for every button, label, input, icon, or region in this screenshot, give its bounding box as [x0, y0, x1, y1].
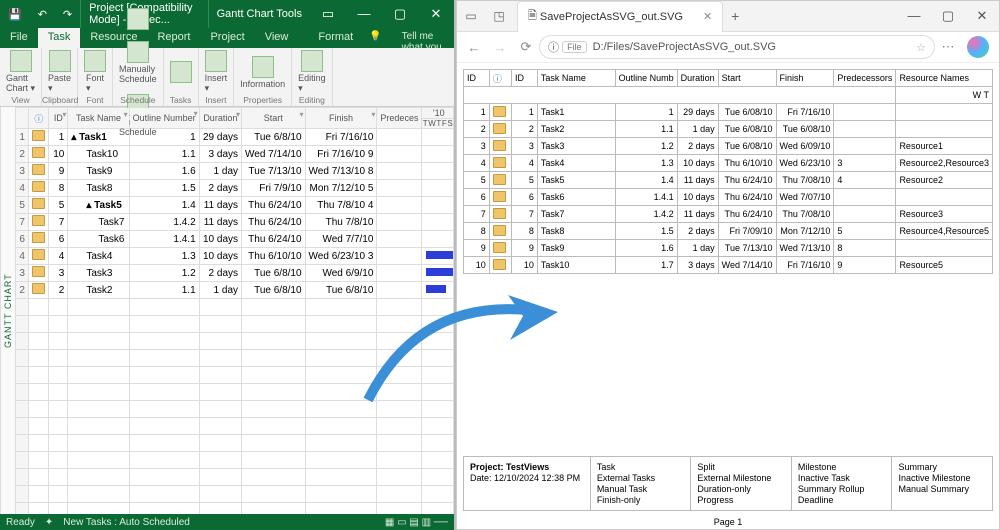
back-icon[interactable]: ← — [461, 40, 487, 55]
min-icon[interactable]: — — [897, 8, 931, 24]
table-row: 44Task41.310 daysThu 6/10/10Wed 6/23/103… — [464, 155, 993, 172]
table-row: 1010Task101.73 daysWed 7/14/10Fri 7/16/1… — [464, 257, 993, 274]
url-box[interactable]: ⓘ File D:/Files/SaveProjectAsSVG_out.SVG… — [539, 35, 935, 59]
browser-tabbar: ▭ ◳ 🗎 SaveProjectAsSVG_out.SVG ✕ + — ▢ ✕ — [457, 1, 999, 32]
folder-icon — [493, 106, 506, 117]
folder-icon — [493, 140, 506, 151]
folder-icon — [493, 259, 506, 270]
bclose-icon[interactable]: ✕ — [965, 8, 999, 24]
folder-icon — [493, 191, 506, 202]
folder-icon — [493, 123, 506, 134]
folder-icon — [32, 232, 45, 243]
file-icon: 🗎 — [528, 7, 537, 26]
folder-icon — [32, 283, 45, 294]
statusbar: Ready ✦ New Tasks : Auto Scheduled ▦ ▭ ▤… — [0, 514, 454, 530]
folder-icon — [32, 164, 45, 175]
table-row[interactable]: 11▴ Task1129 daysTue 6/8/10Fri 7/16/10 — [16, 129, 454, 146]
reload-icon[interactable]: ⟳ — [513, 39, 539, 55]
ribbon-btn[interactable]: Insert▾ — [205, 50, 228, 94]
status-ready: Ready — [6, 517, 35, 528]
table-row: 66Task61.4.110 daysThu 6/24/10Wed 7/07/1… — [464, 189, 993, 206]
ribbon: GanttChart ▾ViewPaste▾ClipboardFont▾Font… — [0, 48, 454, 107]
ribbon-btn[interactable]: GanttChart ▾ — [6, 50, 35, 94]
tab-format[interactable]: Format — [308, 28, 363, 48]
table-row[interactable]: 39Task91.61 dayTue 7/13/10Wed 7/13/10 8 — [16, 163, 454, 180]
table-row[interactable]: 22Task21.11 dayTue 6/8/10Tue 6/8/10 — [16, 282, 454, 299]
maximize-icon[interactable]: ▢ — [382, 6, 418, 22]
table-row: 33Task31.22 daysTue 6/08/10Wed 6/09/10Re… — [464, 138, 993, 155]
task-grid[interactable]: ⓘ ID▾ Task Name▾ Outline Number▾ Duratio… — [15, 107, 454, 514]
table-row[interactable]: 44Task41.310 daysThu 6/10/10Wed 6/23/10 … — [16, 248, 454, 265]
svg-document: IDⓘIDTask NameOutline NumbDurationStartF… — [457, 63, 999, 529]
folder-icon — [493, 174, 506, 185]
tab-project[interactable]: Project — [200, 28, 254, 48]
table-row: 88Task81.52 daysFri 7/09/10Mon 7/12/105R… — [464, 223, 993, 240]
folder-icon — [32, 130, 45, 141]
close-tab-icon[interactable]: ✕ — [703, 10, 712, 23]
tab-view[interactable]: View — [255, 28, 299, 48]
ribbon-btn[interactable]: ManuallySchedule — [119, 41, 157, 84]
status-schedule: New Tasks : Auto Scheduled — [63, 517, 190, 528]
ribbon-btn[interactable] — [170, 61, 192, 84]
table-row[interactable]: 48Task81.52 daysFri 7/9/10Mon 7/12/10 5 — [16, 180, 454, 197]
view-shortcut-icon[interactable]: ▦ ▭ ▤ ▥ ── — [385, 517, 448, 528]
menu-icon[interactable]: ⋯ — [935, 39, 961, 55]
ribbon-btn[interactable]: Font▾ — [84, 50, 106, 94]
table-row[interactable]: 66Task61.4.110 daysThu 6/24/10Wed 7/7/10 — [16, 231, 454, 248]
save-icon[interactable]: 💾 — [0, 0, 30, 28]
folder-icon — [32, 249, 45, 260]
max-icon[interactable]: ▢ — [931, 8, 965, 24]
folder-icon — [32, 181, 45, 192]
redo-icon[interactable]: ↷ — [55, 0, 80, 28]
info-icon[interactable]: ⓘ — [548, 39, 559, 55]
folder-icon — [493, 157, 506, 168]
table-row: 99Task91.61 dayTue 7/13/10Wed 7/13/108 — [464, 240, 993, 257]
table-row: 55Task51.411 daysThu 6/24/10Thu 7/08/104… — [464, 172, 993, 189]
folder-icon — [32, 198, 45, 209]
tab-task[interactable]: Task — [38, 28, 81, 48]
browser-window: ▭ ◳ 🗎 SaveProjectAsSVG_out.SVG ✕ + — ▢ ✕… — [456, 0, 1000, 530]
ribbon-tabs: File Task Resource Report Project View F… — [0, 28, 454, 48]
folder-icon — [493, 208, 506, 219]
tell-me[interactable]: Tell me what you want to do... — [392, 28, 454, 48]
undo-icon[interactable]: ↶ — [30, 0, 55, 28]
tab-file[interactable]: File — [0, 28, 38, 48]
forward-icon[interactable]: → — [487, 40, 513, 55]
page-footer: Page 1 — [457, 517, 999, 527]
table-row: 77Task71.4.211 daysThu 6/24/10Thu 7/08/1… — [464, 206, 993, 223]
folder-icon — [32, 147, 45, 158]
legend: Project: TestViews Date: 12/10/2024 12:3… — [463, 456, 993, 511]
table-row[interactable]: 77Task71.4.211 daysThu 6/24/10Thu 7/8/10 — [16, 214, 454, 231]
ribbon-btn[interactable]: Paste▾ — [48, 50, 71, 94]
table-row[interactable]: 55▴ Task51.411 daysThu 6/24/10Thu 7/8/10… — [16, 197, 454, 214]
copilot-icon[interactable] — [967, 36, 989, 58]
table-row[interactable]: 33Task31.22 daysTue 6/8/10Wed 6/9/10Reso… — [16, 265, 454, 282]
info-icon: ⓘ — [493, 74, 502, 84]
spaces-icon[interactable]: ▭ — [457, 9, 485, 23]
ribbon-btn[interactable] — [127, 8, 149, 31]
minimize-icon[interactable]: — — [346, 6, 382, 22]
ribbon-btn[interactable]: Editing▾ — [298, 50, 326, 94]
ribbon-context-title: Gantt Chart Tools — [208, 0, 310, 28]
folder-icon — [32, 215, 45, 226]
browser-tab[interactable]: 🗎 SaveProjectAsSVG_out.SVG ✕ — [517, 1, 723, 32]
titlebar: 💾 ↶ ↷ Project [Compatibility Mode] - Pro… — [0, 0, 454, 28]
close-icon[interactable]: ✕ — [418, 6, 454, 22]
ribbon-options-icon[interactable]: ▭ — [310, 6, 346, 22]
view-label: GANTT CHART — [0, 107, 15, 514]
table-row: 11Task1129 daysTue 6/08/10Fri 7/16/10 — [464, 104, 993, 121]
ribbon-btn[interactable]: Information — [240, 56, 285, 89]
folder-icon — [493, 225, 506, 236]
favorite-icon[interactable]: ☆ — [916, 41, 926, 54]
workspace-icon[interactable]: ◳ — [485, 9, 513, 23]
address-bar: ← → ⟳ ⓘ File D:/Files/SaveProjectAsSVG_o… — [457, 32, 999, 63]
table-row[interactable]: 210Task101.13 daysWed 7/14/10Fri 7/16/10… — [16, 146, 454, 163]
svg-task-table: IDⓘIDTask NameOutline NumbDurationStartF… — [463, 69, 993, 274]
table-row: 22Task21.11 dayTue 6/08/10Tue 6/08/10 — [464, 121, 993, 138]
folder-icon — [32, 266, 45, 277]
msproject-window: 💾 ↶ ↷ Project [Compatibility Mode] - Pro… — [0, 0, 456, 530]
new-tab-icon[interactable]: + — [723, 8, 747, 24]
folder-icon — [493, 242, 506, 253]
